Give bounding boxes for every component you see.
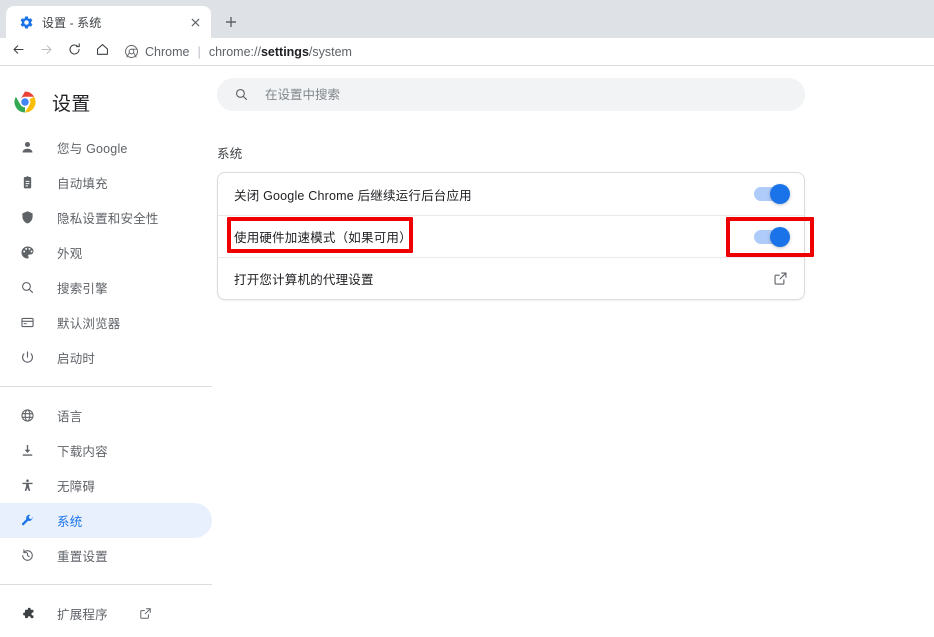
sidebar-item-default-browser[interactable]: 默认浏览器 — [0, 305, 212, 340]
puzzle-piece-icon — [18, 605, 36, 623]
omnibox-app-label: Chrome — [145, 44, 190, 59]
accessibility-icon — [18, 477, 36, 495]
sidebar-item-label: 隐私设置和安全性 — [57, 212, 159, 226]
reload-button[interactable] — [60, 39, 88, 65]
row-label: 打开您计算机的代理设置 — [234, 273, 374, 287]
search-icon — [18, 279, 36, 297]
row-label: 使用硬件加速模式（如果可用） — [227, 217, 754, 253]
search-settings-bar[interactable] — [217, 78, 805, 111]
browser-tab-settings[interactable]: 设置 - 系统 — [6, 6, 211, 38]
hardware-acceleration-toggle[interactable] — [726, 216, 814, 257]
sidebar-item-extensions[interactable]: 扩展程序 — [0, 596, 212, 631]
sidebar-item-label: 无障碍 — [57, 480, 96, 494]
system-settings-card: 关闭 Google Chrome 后继续运行后台应用 使用硬件加速模式（如果可用… — [217, 172, 814, 300]
sidebar-group-1: 您与 Google 自动填充 隐私设置和安全性 外观 搜索引擎 默认浏览器 启动… — [0, 130, 212, 375]
sidebar-item-you-and-google[interactable]: 您与 Google — [0, 130, 212, 165]
settings-page: 设置 您与 Google 自动填充 隐私设置和安全性 外观 搜索引擎 默认浏览器… — [0, 66, 934, 636]
toggle-knob — [770, 226, 790, 247]
search-icon — [233, 87, 249, 103]
browser-window: 设置 - 系统 Chrome | chrome://settings/syste… — [0, 0, 934, 637]
omnibox-separator: | — [197, 44, 201, 59]
row-hardware-acceleration[interactable]: 使用硬件加速模式（如果可用） — [218, 215, 814, 257]
sidebar-item-label: 自动填充 — [57, 177, 108, 191]
new-tab-button[interactable] — [217, 8, 245, 36]
sidebar-item-label: 默认浏览器 — [57, 317, 121, 331]
browser-toolbar: Chrome | chrome://settings/system — [0, 38, 934, 66]
external-link-icon[interactable] — [772, 271, 788, 287]
sidebar-item-search-engine[interactable]: 搜索引擎 — [0, 270, 212, 305]
download-icon — [18, 442, 36, 460]
sidebar-item-about-chrome[interactable]: 关于 Chrome — [0, 631, 212, 637]
sidebar-item-accessibility[interactable]: 无障碍 — [0, 468, 212, 503]
sidebar-item-downloads[interactable]: 下载内容 — [0, 433, 212, 468]
row-background-apps[interactable]: 关闭 Google Chrome 后继续运行后台应用 — [218, 173, 804, 215]
sidebar-item-label: 您与 Google — [57, 142, 128, 156]
sidebar-group-3: 扩展程序 关于 Chrome — [0, 596, 212, 637]
tab-strip: 设置 - 系统 — [0, 0, 934, 38]
sidebar-item-languages[interactable]: 语言 — [0, 398, 212, 433]
url-bold-segment: settings — [260, 44, 309, 59]
sidebar-divider-2 — [0, 584, 212, 585]
search-input[interactable] — [265, 78, 805, 111]
forward-button[interactable] — [32, 39, 60, 65]
sidebar-item-label: 搜索引擎 — [57, 282, 108, 296]
reload-icon — [67, 42, 82, 62]
sidebar-item-system[interactable]: 系统 — [0, 503, 212, 538]
sidebar-item-label: 扩展程序 — [57, 608, 108, 622]
page-title: 设置 — [52, 93, 91, 115]
sidebar-group-2: 语言 下载内容 无障碍 系统 重置设置 — [0, 398, 212, 573]
person-icon — [18, 139, 36, 157]
sidebar-item-label: 外观 — [57, 247, 83, 261]
toggle-knob — [770, 184, 790, 204]
url-prefix: chrome:// — [208, 44, 261, 59]
wrench-icon — [18, 512, 36, 530]
row-proxy-settings[interactable]: 打开您计算机的代理设置 — [218, 257, 804, 299]
sidebar-item-reset-settings[interactable]: 重置设置 — [0, 538, 212, 573]
arrow-left-icon — [11, 42, 26, 62]
sidebar-item-on-startup[interactable]: 启动时 — [0, 340, 212, 375]
back-button[interactable] — [4, 39, 32, 65]
settings-content: 系统 关闭 Google Chrome 后继续运行后台应用 使用硬件加速模式（如… — [212, 66, 934, 636]
browser-window-icon — [18, 314, 36, 332]
sidebar-item-label: 系统 — [57, 515, 83, 529]
sidebar-item-label: 重置设置 — [57, 550, 108, 564]
palette-icon — [18, 244, 36, 262]
gear-icon — [18, 14, 34, 30]
chrome-logo-icon — [14, 91, 36, 113]
sidebar-item-label: 启动时 — [57, 352, 96, 366]
sidebar-divider-1 — [0, 386, 212, 387]
sidebar-item-label: 语言 — [57, 410, 83, 424]
external-link-icon[interactable] — [139, 607, 153, 621]
sidebar-item-privacy-security[interactable]: 隐私设置和安全性 — [0, 200, 212, 235]
sidebar-item-label: 下载内容 — [57, 445, 108, 459]
settings-header: 设置 — [0, 74, 212, 130]
annotation-box-label — [227, 217, 413, 253]
history-restore-icon — [18, 547, 36, 565]
url-suffix: /system — [308, 44, 352, 59]
close-icon[interactable] — [187, 14, 203, 30]
shield-icon — [18, 209, 36, 227]
omnibox-url: chrome://settings/system — [209, 45, 352, 59]
chrome-logo-icon — [124, 45, 138, 59]
sidebar-item-autofill[interactable]: 自动填充 — [0, 165, 212, 200]
home-icon — [95, 42, 110, 62]
home-button[interactable] — [88, 39, 116, 65]
sidebar-item-appearance[interactable]: 外观 — [0, 235, 212, 270]
clipboard-icon — [18, 174, 36, 192]
row-label: 关闭 Google Chrome 后继续运行后台应用 — [234, 188, 472, 203]
background-apps-toggle[interactable] — [754, 184, 790, 204]
section-title-system: 系统 — [217, 147, 243, 161]
arrow-right-icon — [39, 42, 54, 62]
settings-sidebar: 设置 您与 Google 自动填充 隐私设置和安全性 外观 搜索引擎 默认浏览器… — [0, 66, 212, 636]
globe-icon — [18, 407, 36, 425]
address-bar[interactable]: Chrome | chrome://settings/system — [122, 39, 926, 64]
power-icon — [18, 349, 36, 367]
tab-title: 设置 - 系统 — [42, 15, 102, 30]
